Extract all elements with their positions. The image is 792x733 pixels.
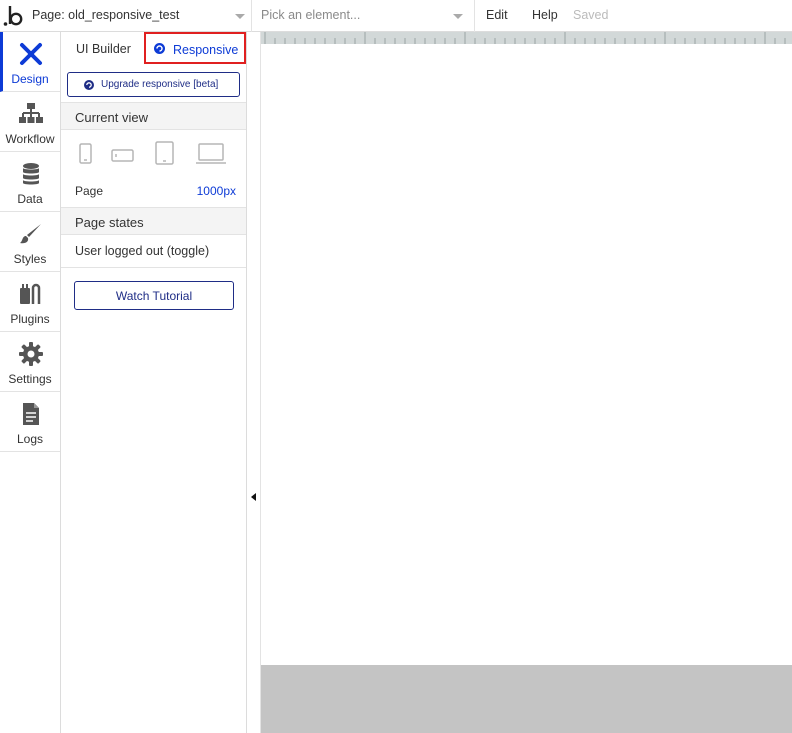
responsive-icon [154, 43, 165, 54]
page-width-value[interactable]: 1000px [197, 184, 236, 198]
laptop-icon[interactable] [195, 143, 227, 165]
page-canvas[interactable] [261, 44, 792, 665]
sidebar-item-design[interactable]: Design [0, 32, 60, 92]
page-states-header: Page states [61, 207, 246, 235]
collapse-arrow-icon [251, 493, 256, 501]
current-view-header: Current view [61, 102, 246, 130]
sidebar-item-label: Plugins [10, 312, 50, 326]
section-title: Current view [75, 110, 148, 125]
editor-canvas[interactable] [261, 32, 792, 733]
upgrade-responsive-button[interactable]: Upgrade responsive [beta] [67, 72, 240, 97]
bubble-logo-icon[interactable] [3, 4, 25, 28]
ruler-ticks [264, 32, 786, 44]
sidebar-item-label: Design [11, 72, 49, 86]
section-title: Page states [75, 215, 144, 230]
brush-icon [20, 224, 41, 244]
phone-portrait-icon[interactable] [79, 143, 93, 165]
chevron-down-icon [235, 14, 245, 19]
sidebar-item-settings[interactable]: Settings [0, 332, 60, 392]
sidebar-item-label: Data [17, 192, 43, 206]
plug-icon [20, 283, 41, 304]
page-state-item[interactable]: User logged out (toggle) [75, 244, 209, 258]
tablet-icon[interactable] [155, 141, 175, 166]
device-selector [75, 141, 235, 169]
workflow-icon [19, 103, 43, 123]
help-menu[interactable]: Help [532, 8, 558, 22]
chevron-down-icon [453, 14, 463, 19]
document-icon [23, 403, 39, 425]
save-status: Saved [573, 8, 609, 22]
database-icon [23, 163, 39, 185]
watch-tutorial-button[interactable]: Watch Tutorial [74, 281, 234, 310]
sidebar-item-label: Settings [8, 372, 52, 386]
page-width-label: Page [75, 184, 104, 198]
element-selector-placeholder: Pick an element... [261, 8, 361, 22]
page-selector[interactable]: Page: old_responsive_test [30, 0, 252, 32]
top-bar: Page: old_responsive_test Pick an elemen… [0, 0, 792, 32]
sidebar-item-data[interactable]: Data [0, 152, 60, 212]
panel-collapse-handle[interactable] [247, 32, 261, 733]
sidebar-item-label: Styles [13, 252, 47, 266]
sidebar-rail: Design Workflow Data Styles Plugins Sett… [0, 32, 61, 733]
upgrade-responsive-label: Upgrade responsive [beta] [101, 79, 219, 90]
canvas-overflow-area [261, 665, 792, 733]
element-selector[interactable]: Pick an element... [253, 0, 475, 32]
sidebar-item-plugins[interactable]: Plugins [0, 272, 60, 332]
sidebar-item-workflow[interactable]: Workflow [0, 92, 60, 152]
sidebar-item-label: Logs [16, 432, 44, 446]
gear-icon [19, 342, 43, 366]
watch-tutorial-label: Watch Tutorial [115, 289, 193, 303]
sidebar-item-logs[interactable]: Logs [0, 392, 60, 452]
divider [61, 267, 246, 268]
design-icon [20, 43, 42, 65]
horizontal-ruler [261, 32, 792, 44]
sidebar-item-label: Workflow [5, 132, 55, 146]
phone-landscape-icon[interactable] [111, 149, 135, 163]
edit-menu[interactable]: Edit [486, 8, 508, 22]
sidebar-item-styles[interactable]: Styles [0, 212, 60, 272]
page-selector-label: Page: old_responsive_test [32, 8, 180, 22]
property-panel: UI Builder Responsive Upgrade responsive… [61, 32, 247, 733]
responsive-icon [84, 80, 94, 90]
tab-responsive-label: Responsive [173, 43, 239, 57]
tab-ui-builder[interactable]: UI Builder [76, 42, 131, 56]
tab-responsive[interactable]: Responsive [144, 32, 246, 64]
